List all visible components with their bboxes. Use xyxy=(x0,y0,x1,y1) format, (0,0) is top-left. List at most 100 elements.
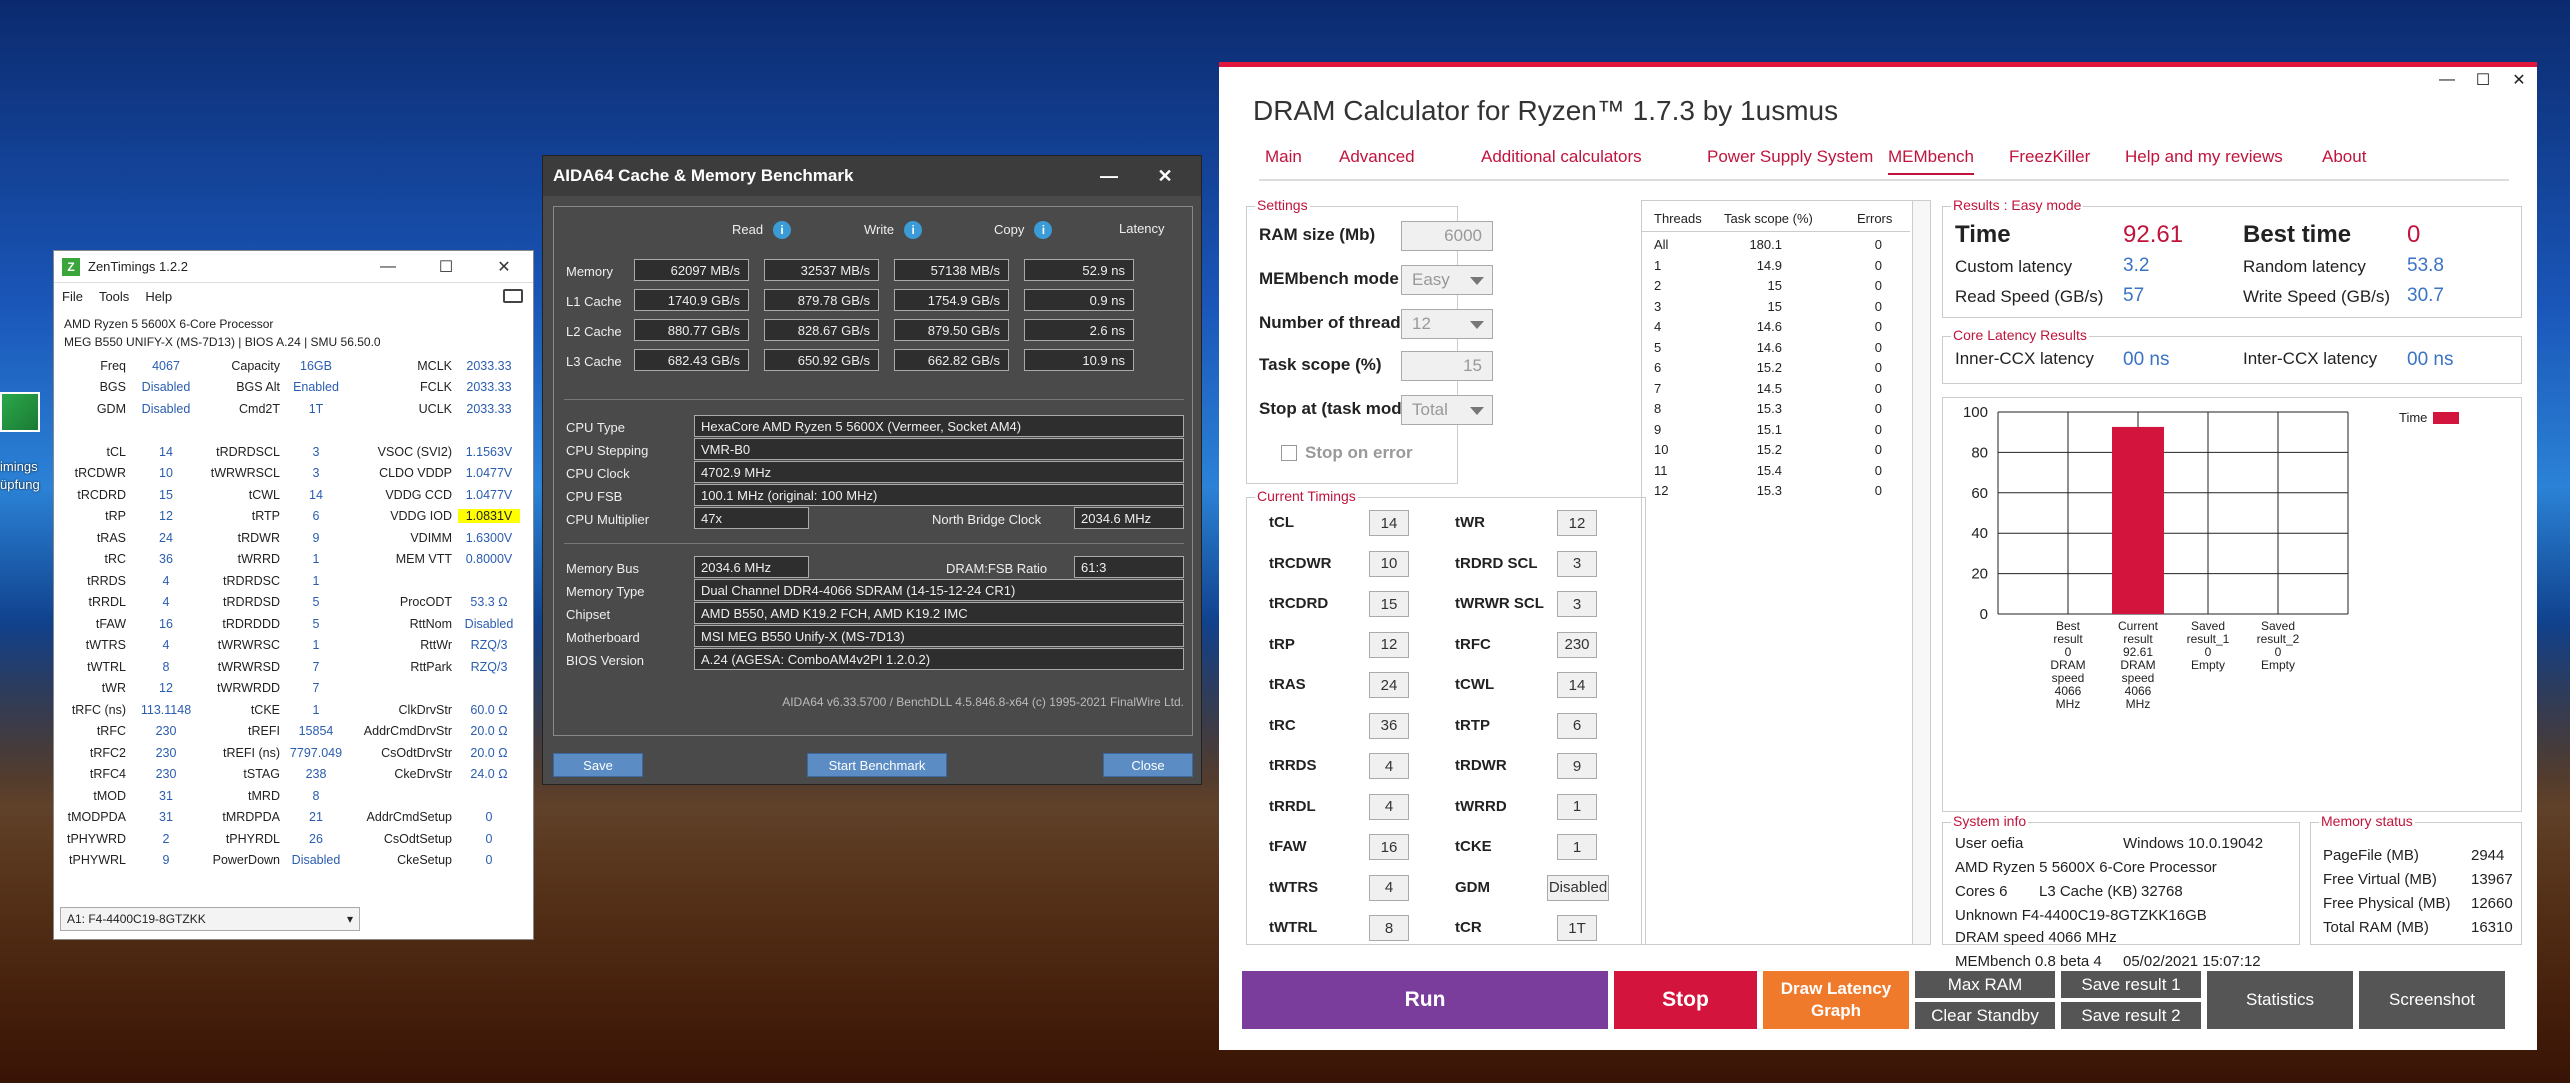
tab-additional-calculators[interactable]: Additional calculators xyxy=(1481,147,1642,167)
cpu-stepping-value: VMR-B0 xyxy=(694,438,1184,460)
chart-panel: 0 20 40 60 80 100 Best result 0 DRAM speed 4066 MHz C… xyxy=(1942,397,2522,812)
timing-value: 14 xyxy=(309,487,323,502)
thread-id: 10 xyxy=(1654,442,1669,457)
timing-value: 2 xyxy=(162,831,170,846)
info-icon[interactable]: i xyxy=(773,221,792,239)
zentimings-window: Z ZenTimings 1.2.2 — ☐ ✕ File Tools Help A… xyxy=(53,250,534,940)
save-result-1-button[interactable]: Save result 1 xyxy=(2061,971,2201,998)
clear-standby-button[interactable]: Clear Standby xyxy=(1915,1002,2055,1029)
close-button[interactable]: ✕ xyxy=(475,251,533,283)
errors-header: Errors xyxy=(1857,211,1893,226)
save-button[interactable]: Save xyxy=(553,753,643,777)
timing-label: tRRDS xyxy=(87,573,126,588)
timing-row: tRAS 24 tRDWR 9 VDIMM 1.6300V xyxy=(60,527,527,549)
current-timings-panel: Current Timings tCL 14 tRCDWR 10 tRCDRD 15 tRP… xyxy=(1246,488,1646,945)
thread-errors: 0 xyxy=(1874,401,1882,416)
max-ram-button[interactable]: Max RAM xyxy=(1915,971,2055,998)
tab-divider xyxy=(1259,179,2509,181)
timing-label: CkeDrvStr xyxy=(394,767,452,782)
dram-calculator-window: — ☐ ✕ DRAM Calculator for Ryzen™ 1.7.3 by … xyxy=(1219,62,2537,1050)
timing-value: 4 xyxy=(1369,874,1409,901)
close-button[interactable]: ✕ xyxy=(2501,67,2537,93)
bench-copy-value: 57138 MB/s xyxy=(894,259,1009,281)
bench-lat-value: 2.6 ns xyxy=(1024,319,1134,341)
timing-value: 2033.33 xyxy=(466,358,512,373)
screenshot-button[interactable]: Screenshot xyxy=(2359,971,2505,1029)
info-icon[interactable]: i xyxy=(904,221,923,239)
thread-scope: 15.2 xyxy=(1756,360,1782,375)
timing-value: 0 xyxy=(485,853,493,868)
timing-value: 15 xyxy=(159,487,173,502)
memory-bus-value: 2034.6 MHz xyxy=(694,556,809,578)
tab-advanced[interactable]: Advanced xyxy=(1339,147,1415,167)
y-tick-label: 0 xyxy=(1980,606,1988,623)
statistics-button[interactable]: Statistics xyxy=(2207,971,2353,1029)
results-panel: Results : Easy mode Time 92.61 Best time… xyxy=(1942,197,2522,318)
bench-read-value: 1740.9 GB/s xyxy=(634,289,749,311)
timing-value: 16 xyxy=(1369,834,1409,860)
timing-value: 15854 xyxy=(298,724,334,739)
stop-button[interactable]: Stop xyxy=(1614,971,1757,1029)
info-icon[interactable]: i xyxy=(1034,221,1053,239)
thread-errors: 0 xyxy=(1874,483,1882,498)
header-label: Copy xyxy=(994,222,1025,237)
minimize-button[interactable]: — xyxy=(359,251,417,283)
timing-value: 9 xyxy=(312,530,320,545)
maximize-button[interactable]: ☐ xyxy=(2465,67,2501,93)
timing-label: tRDWR xyxy=(237,530,280,545)
tab-freezkiller[interactable]: FreezKiller xyxy=(2009,147,2090,167)
tab-membench[interactable]: MEMbench xyxy=(1888,147,1974,175)
camera-icon[interactable] xyxy=(503,289,523,303)
threads-scrollbar[interactable] xyxy=(1912,201,1930,944)
timing-value: 1.1563V xyxy=(465,444,513,459)
mode-select[interactable]: Easy xyxy=(1401,265,1493,295)
scope-label: Task scope (%) xyxy=(1259,355,1382,374)
timing-value: 36 xyxy=(159,552,173,567)
desktop-app-icon[interactable] xyxy=(0,392,40,432)
tab-main[interactable]: Main xyxy=(1265,147,1302,167)
module-select[interactable]: A1: F4-4400C19-8GTZKK ▾ xyxy=(60,907,360,931)
timing-label: PowerDown xyxy=(212,853,280,868)
minimize-button[interactable]: — xyxy=(1081,156,1137,196)
timing-value: 6 xyxy=(312,509,320,524)
timing-row: tWTRS 4 tWRWRSC 1 RttWr RZQ/3 xyxy=(60,635,527,657)
timing-label: VDDG CCD xyxy=(385,487,452,502)
timing-value: Enabled xyxy=(293,380,339,395)
ram-size-input[interactable]: 6000 xyxy=(1401,221,1493,251)
maximize-button[interactable]: ☐ xyxy=(417,251,475,283)
timing-label: tRFC (ns) xyxy=(71,702,126,717)
benchmark-panel: Read i Write i Copy i Latency Memory 62097 M… xyxy=(553,206,1193,736)
timing-label: tRDRDSCL xyxy=(216,444,280,459)
minimize-button[interactable]: — xyxy=(2429,67,2465,93)
close-dialog-button[interactable]: Close xyxy=(1103,753,1193,777)
tab-about[interactable]: About xyxy=(2322,147,2366,167)
cpu-type-label: CPU Type xyxy=(566,420,626,435)
run-button[interactable]: Run xyxy=(1242,971,1608,1029)
tab-power-supply[interactable]: Power Supply System xyxy=(1707,147,1873,167)
scope-input[interactable]: 15 xyxy=(1401,351,1493,381)
stop-at-select[interactable]: Total xyxy=(1401,395,1493,425)
timing-value: 20.0 Ω xyxy=(470,745,508,760)
x-tick-label: DRAM xyxy=(2050,658,2085,672)
thread-errors: 0 xyxy=(1874,339,1882,355)
read-speed-value: 57 xyxy=(2123,285,2145,306)
x-tick-label: speed xyxy=(2122,671,2155,685)
menu-tools[interactable]: Tools xyxy=(99,289,129,304)
timing-label: RttNom xyxy=(409,616,452,631)
nb-clock-value: 2034.6 MHz xyxy=(1074,507,1184,529)
timing-value: 1.0831V xyxy=(458,509,520,524)
timing-label: tREFI (ns) xyxy=(223,745,280,760)
menu-help[interactable]: Help xyxy=(145,289,172,304)
tab-help[interactable]: Help and my reviews xyxy=(2125,147,2283,167)
save-result-2-button[interactable]: Save result 2 xyxy=(2061,1002,2201,1029)
timing-label: GDM xyxy=(96,401,126,416)
timing-value: Disabled xyxy=(141,401,191,416)
threads-select[interactable]: 12 xyxy=(1401,309,1493,339)
start-benchmark-button[interactable]: Start Benchmark xyxy=(807,753,947,777)
stop-on-error-checkbox[interactable] xyxy=(1281,445,1297,461)
close-button[interactable]: ✕ xyxy=(1137,156,1193,196)
menu-file[interactable]: File xyxy=(62,289,83,304)
timing-row: tRRDS 4 tRDRDSC 1 xyxy=(60,570,527,592)
chevron-down-icon xyxy=(1470,277,1484,285)
draw-latency-graph-button[interactable]: Draw Latency Graph xyxy=(1763,971,1909,1029)
